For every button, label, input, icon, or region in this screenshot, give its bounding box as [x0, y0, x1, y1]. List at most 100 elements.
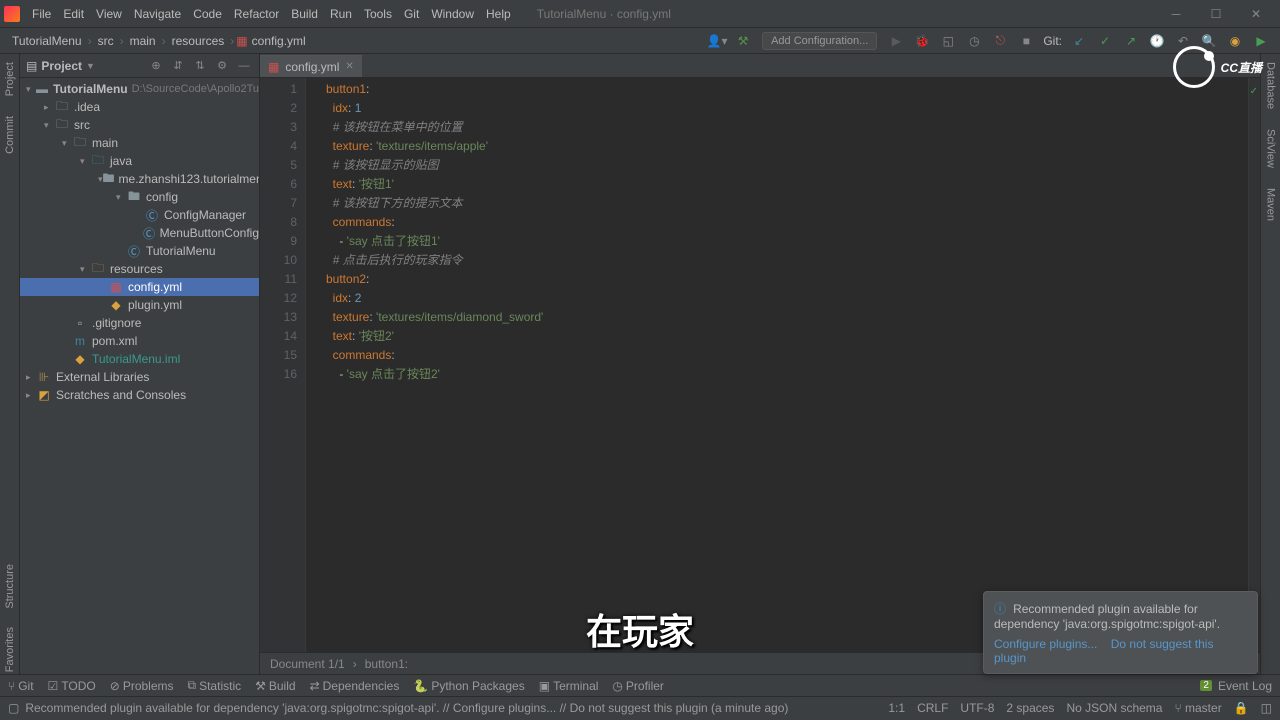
gear-icon[interactable]: ⚙	[213, 57, 231, 75]
menu-build[interactable]: Build	[285, 3, 324, 25]
toolstrip-project[interactable]: Project	[4, 58, 16, 100]
collapse-all-icon[interactable]: ⇅	[191, 57, 209, 75]
app-logo-icon	[4, 6, 20, 22]
tw-build[interactable]: ⚒Build	[255, 679, 295, 693]
tree-main[interactable]: main	[92, 136, 118, 150]
toolstrip-maven[interactable]: Maven	[1265, 184, 1277, 225]
menu-file[interactable]: File	[26, 3, 57, 25]
toolstrip-commit[interactable]: Commit	[4, 112, 16, 158]
tw-statistic[interactable]: ⧉Statistic	[188, 678, 242, 693]
fold-column[interactable]	[306, 78, 320, 652]
vcs-rollback-icon[interactable]: ↶	[1172, 30, 1194, 52]
tree-config-yml[interactable]: config.yml	[128, 280, 182, 294]
tree-src[interactable]: src	[74, 118, 90, 132]
breadcrumb-resources[interactable]: resources	[168, 34, 229, 48]
run-icon[interactable]: ▶	[885, 30, 907, 52]
debug-icon[interactable]: 🐞	[911, 30, 933, 52]
tw-profiler[interactable]: ◷Profiler	[612, 679, 664, 693]
close-icon[interactable]: ✕	[1236, 0, 1276, 28]
caret-position[interactable]: 1:1	[888, 701, 905, 715]
indent-setting[interactable]: 2 spaces	[1006, 701, 1054, 715]
ide-settings-icon[interactable]: ◉	[1224, 30, 1246, 52]
toolstrip-favorites[interactable]: Favorites	[4, 623, 16, 676]
status-hide-icon[interactable]: ▢	[8, 701, 19, 715]
problems-icon: ⊘	[110, 679, 120, 693]
search-icon[interactable]: 🔍	[1198, 30, 1220, 52]
tree-scratches[interactable]: Scratches and Consoles	[56, 388, 186, 402]
chevron-down-icon[interactable]: ▼	[86, 61, 95, 71]
tree-gitignore[interactable]: .gitignore	[92, 316, 141, 330]
editor-scrollbar[interactable]: ✓	[1248, 78, 1260, 652]
tree-config-pkg[interactable]: config	[146, 190, 178, 204]
maximize-icon[interactable]: ☐	[1196, 0, 1236, 28]
memory-indicator-icon[interactable]: ◫	[1261, 701, 1272, 715]
project-panel-title[interactable]: Project	[41, 59, 82, 73]
menu-window[interactable]: Window	[425, 3, 480, 25]
toolstrip-sciview[interactable]: SciView	[1265, 125, 1277, 172]
tw-problems[interactable]: ⊘Problems	[110, 679, 174, 693]
tree-pom[interactable]: pom.xml	[92, 334, 137, 348]
menu-tools[interactable]: Tools	[358, 3, 398, 25]
tw-todo[interactable]: ☑TODO	[48, 679, 96, 693]
tw-python-packages[interactable]: 🐍Python Packages	[413, 679, 524, 693]
lock-icon[interactable]: 🔒	[1234, 701, 1249, 715]
vcs-push-icon[interactable]: ↗	[1120, 30, 1142, 52]
tree-iml[interactable]: TutorialMenu.iml	[92, 352, 180, 366]
tree-menu-button-config[interactable]: MenuButtonConfig	[160, 226, 259, 240]
git-branch[interactable]: ⑂ master	[1174, 701, 1221, 715]
toolstrip-database[interactable]: Database	[1265, 58, 1277, 113]
tree-plugin-yml[interactable]: plugin.yml	[128, 298, 182, 312]
tw-terminal[interactable]: ▣Terminal	[539, 679, 599, 693]
coverage-icon[interactable]: ◱	[937, 30, 959, 52]
editor-gutter[interactable]: 12345678910111213141516	[260, 78, 306, 652]
breadcrumb-file[interactable]: config.yml	[248, 34, 310, 48]
tree-idea[interactable]: .idea	[74, 100, 100, 114]
ide-plugin-icon[interactable]: ▶	[1250, 30, 1272, 52]
vcs-update-icon[interactable]: ↙	[1068, 30, 1090, 52]
structure-path[interactable]: button1:	[365, 657, 408, 671]
bottom-tool-windows: ⑂Git ☑TODO ⊘Problems ⧉Statistic ⚒Build ⇄…	[0, 674, 1280, 696]
line-separator[interactable]: CRLF	[917, 701, 948, 715]
build-hammer-icon[interactable]: ⚒	[732, 30, 754, 52]
tab-close-icon[interactable]: ✕	[345, 61, 353, 72]
menu-code[interactable]: Code	[187, 3, 228, 25]
tw-event-log[interactable]: 2Event Log	[1200, 679, 1272, 693]
json-schema[interactable]: No JSON schema	[1066, 701, 1162, 715]
code-area[interactable]: button1: idx: 1 # 该按钮在菜单中的位置 texture: 't…	[320, 78, 1248, 652]
attach-icon[interactable]: ⎋	[989, 30, 1011, 52]
project-tree[interactable]: ▾▬TutorialMenuD:\SourceCode\Apollo2Tu ▸🗀…	[20, 78, 259, 674]
breadcrumb-project[interactable]: TutorialMenu	[8, 34, 86, 48]
menu-edit[interactable]: Edit	[57, 3, 90, 25]
tw-git[interactable]: ⑂Git	[8, 679, 34, 693]
tree-external-libraries[interactable]: External Libraries	[56, 370, 149, 384]
tree-tutorial-menu[interactable]: TutorialMenu	[146, 244, 216, 258]
vcs-history-icon[interactable]: 🕐	[1146, 30, 1168, 52]
tree-java[interactable]: java	[110, 154, 132, 168]
profile-icon[interactable]: ◷	[963, 30, 985, 52]
tree-resources[interactable]: resources	[110, 262, 163, 276]
tree-package[interactable]: me.zhanshi123.tutorialmenu	[119, 172, 259, 186]
configure-plugins-link[interactable]: Configure plugins...	[994, 637, 1097, 651]
menu-help[interactable]: Help	[480, 3, 517, 25]
menu-view[interactable]: View	[90, 3, 128, 25]
tree-config-manager[interactable]: ConfigManager	[164, 208, 246, 222]
stop-icon[interactable]: ■	[1015, 30, 1037, 52]
breadcrumb-main[interactable]: main	[126, 34, 160, 48]
vcs-commit-icon[interactable]: ✓	[1094, 30, 1116, 52]
add-configuration-dropdown[interactable]: Add Configuration...	[762, 32, 877, 50]
menu-run[interactable]: Run	[324, 3, 358, 25]
tab-config-yml[interactable]: ▦ config.yml ✕	[260, 55, 362, 77]
menu-refactor[interactable]: Refactor	[228, 3, 285, 25]
tree-root[interactable]: TutorialMenu	[53, 82, 127, 96]
file-encoding[interactable]: UTF-8	[960, 701, 994, 715]
tw-dependencies[interactable]: ⇄Dependencies	[310, 679, 400, 693]
breadcrumb-src[interactable]: src	[94, 34, 118, 48]
hide-icon[interactable]: —	[235, 57, 253, 75]
expand-all-icon[interactable]: ⇵	[169, 57, 187, 75]
locate-icon[interactable]: ⊕	[147, 57, 165, 75]
menu-git[interactable]: Git	[398, 3, 425, 25]
user-icon[interactable]: 👤▾	[706, 30, 728, 52]
menu-navigate[interactable]: Navigate	[128, 3, 187, 25]
minimize-icon[interactable]: ─	[1156, 0, 1196, 28]
toolstrip-structure[interactable]: Structure	[4, 560, 16, 613]
